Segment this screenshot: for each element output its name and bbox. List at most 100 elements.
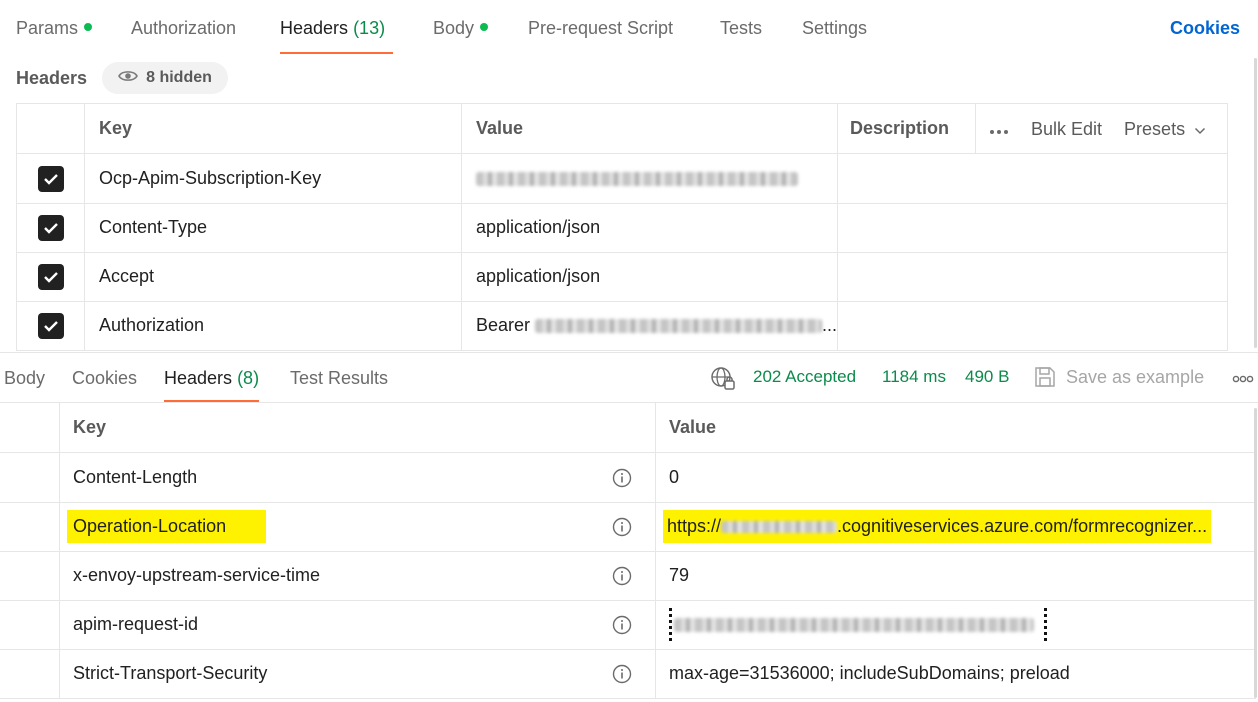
table-row: Content-Type application/json	[17, 203, 1227, 253]
response-headers-count: (8)	[237, 368, 260, 388]
redacted-request-id-box	[669, 608, 1047, 641]
hidden-headers-toggle[interactable]: 8 hidden	[102, 62, 228, 94]
header-key-cell[interactable]: Content-Type	[85, 203, 462, 252]
table-row: Ocp-Apim-Subscription-Key	[17, 154, 1227, 204]
more-options-button[interactable]	[989, 119, 1009, 140]
request-scrollbar[interactable]	[1254, 58, 1257, 348]
response-header-value: max-age=31536000; includeSubDomains; pre…	[669, 663, 1070, 683]
column-header-value: Value	[669, 417, 717, 437]
tab-settings-label: Settings	[802, 18, 868, 38]
response-tab-headers[interactable]: Headers (8)	[164, 368, 260, 402]
tab-settings[interactable]: Settings	[802, 18, 867, 39]
checkmark-icon	[43, 222, 58, 234]
bulk-edit-button[interactable]: Bulk Edit	[1031, 119, 1102, 140]
checkbox-cell	[17, 252, 85, 301]
highlighted-operation-location-url: https:// .cognitiveservices.azure.com/for…	[663, 510, 1212, 543]
header-value-cell[interactable]	[462, 154, 838, 203]
tab-pre-request-script[interactable]: Pre-request Script	[528, 18, 673, 39]
response-header-value: 0	[669, 467, 680, 487]
response-tab-cookies[interactable]: Cookies	[72, 368, 137, 389]
presets-dropdown[interactable]: Presets	[1124, 119, 1206, 140]
globe-lock-icon[interactable]	[710, 366, 736, 397]
tab-headers[interactable]: Headers (13)	[280, 18, 394, 54]
tab-body[interactable]: Body	[433, 18, 489, 39]
url-suffix: .cognitiveservices.azure.com/formrecogni…	[837, 516, 1208, 536]
row-gutter	[0, 551, 60, 600]
request-headers-table: Key Value Description Bulk Edit Presets …	[16, 103, 1228, 351]
response-headers-label: Headers	[164, 368, 233, 388]
response-headers-table: Key Value Content-Length 0 Operation-Loc…	[0, 403, 1258, 702]
info-icon[interactable]	[612, 468, 632, 488]
header-key-cell[interactable]: Authorization	[85, 301, 462, 350]
info-icon[interactable]	[612, 664, 632, 684]
checkmark-icon	[43, 320, 58, 332]
header-value-cell[interactable]: application/json	[462, 252, 838, 301]
response-header-value-cell: https:// .cognitiveservices.azure.com/for…	[656, 502, 1256, 551]
url-prefix: https://	[667, 516, 722, 536]
info-icon[interactable]	[612, 517, 632, 537]
column-header-key: Key	[85, 104, 462, 153]
tab-tests[interactable]: Tests	[720, 18, 762, 39]
table-header-row: Key Value Description Bulk Edit Presets	[17, 104, 1227, 154]
bearer-prefix: Bearer	[476, 315, 531, 335]
highlighted-key: Operation-Location	[67, 510, 267, 543]
column-header-value: Value	[462, 104, 838, 153]
header-key-cell[interactable]: Accept	[85, 252, 462, 301]
response-status[interactable]: 202 Accepted	[753, 367, 856, 387]
response-header-value-cell	[656, 600, 1256, 649]
table-row: Operation-Location https:// .cognitiveser…	[0, 502, 1256, 552]
response-header-key: Content-Length	[60, 453, 656, 502]
response-header-key: apim-request-id	[60, 600, 656, 649]
save-as-example-label: Save as example	[1066, 366, 1205, 387]
response-header-key: Strict-Transport-Security	[60, 649, 656, 698]
row-enable-checkbox[interactable]	[37, 214, 64, 241]
table-header-row: Key Value	[0, 403, 1256, 453]
response-time[interactable]: 1184 ms	[882, 367, 946, 387]
save-as-example-button[interactable]: Save as example	[1034, 366, 1204, 388]
tab-authorization[interactable]: Authorization	[131, 18, 236, 39]
header-description-cell[interactable]	[838, 301, 1227, 350]
table-actions: Bulk Edit Presets	[989, 104, 1206, 154]
tab-body-label: Body	[433, 18, 475, 38]
header-value-cell[interactable]: Bearer ...	[462, 301, 838, 350]
response-tab-test-results[interactable]: Test Results	[290, 368, 388, 389]
header-value-cell[interactable]: application/json	[462, 203, 838, 252]
header-key-cell[interactable]: Ocp-Apim-Subscription-Key	[85, 154, 462, 203]
tab-pre-request-label: Pre-request Script	[528, 18, 674, 38]
save-icon	[1035, 367, 1055, 387]
header-description-cell[interactable]	[838, 203, 1227, 252]
info-icon[interactable]	[612, 615, 632, 635]
column-header-key: Key	[60, 403, 656, 452]
cookies-link[interactable]: Cookies	[1170, 18, 1240, 39]
redacted-token	[535, 318, 822, 333]
presets-label: Presets	[1124, 118, 1186, 139]
row-enable-checkbox[interactable]	[37, 312, 64, 339]
tab-headers-count: (13)	[353, 18, 386, 38]
more-icon	[990, 129, 1008, 134]
tab-params[interactable]: Params	[16, 18, 93, 39]
response-size[interactable]: 490 B	[965, 367, 1009, 387]
tab-headers-label: Headers	[280, 18, 349, 38]
table-row: Authorization Bearer ...	[17, 301, 1227, 351]
response-more-icon[interactable]	[1232, 375, 1254, 383]
row-gutter	[0, 403, 60, 452]
checkmark-icon	[43, 271, 58, 283]
header-description-cell[interactable]	[838, 252, 1227, 301]
row-enable-checkbox[interactable]	[37, 165, 64, 192]
redacted-value	[476, 171, 798, 186]
body-dot-icon	[480, 23, 489, 32]
request-tabs: Params Authorization Headers (13) Body P…	[0, 0, 1258, 58]
checkbox-column-header	[17, 104, 85, 153]
header-description-cell[interactable]	[838, 154, 1227, 203]
info-icon[interactable]	[612, 566, 632, 586]
response-header-key: x-envoy-upstream-service-time	[60, 551, 656, 600]
checkmark-icon	[43, 173, 58, 185]
response-scrollbar[interactable]	[1254, 408, 1257, 698]
hidden-headers-label: 8 hidden	[146, 69, 212, 86]
tab-authorization-label: Authorization	[131, 18, 237, 38]
ellipsis: ...	[821, 315, 837, 335]
row-gutter	[0, 649, 60, 698]
row-enable-checkbox[interactable]	[37, 263, 64, 290]
column-divider	[975, 104, 976, 154]
response-tab-body[interactable]: Body	[4, 368, 45, 389]
